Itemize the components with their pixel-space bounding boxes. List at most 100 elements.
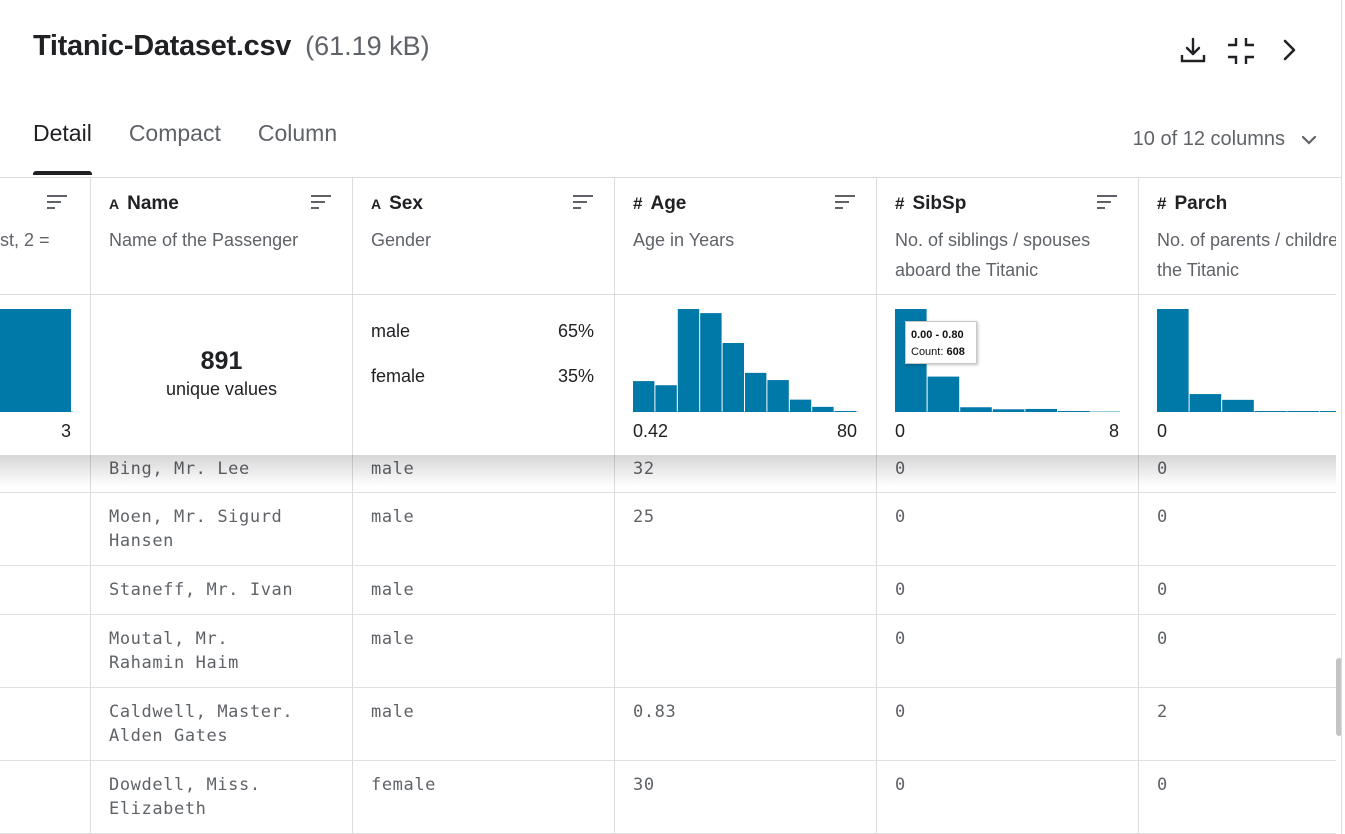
numeric-type-icon: # (895, 194, 905, 213)
table-cell-parch: 0 (1139, 761, 1336, 834)
table-cell (0, 688, 91, 761)
table-cell-sibsp: 0 (877, 566, 1139, 615)
sort-icon[interactable] (310, 194, 332, 210)
histogram-bar[interactable] (927, 376, 960, 412)
file-name: Titanic-Dataset.csv (33, 30, 292, 62)
histogram-bar[interactable] (0, 309, 71, 412)
columns-selector[interactable]: 10 of 12 columns (1133, 128, 1317, 151)
table-cell (0, 455, 91, 493)
histogram-bar[interactable] (677, 309, 700, 412)
histogram-bar[interactable] (834, 410, 856, 412)
histogram-min-label: 0.42 (633, 421, 669, 441)
table-cell-parch: 0 (1139, 615, 1336, 688)
table-cell-parch: 0 (1139, 493, 1336, 566)
sort-icon[interactable] (834, 194, 856, 210)
column-description: Gender (371, 230, 432, 250)
chevron-right-icon[interactable] (1276, 36, 1306, 66)
histogram-bar[interactable] (789, 399, 812, 412)
table-cell-age: 25 (615, 493, 877, 566)
column-title[interactable]: A Sex (371, 193, 423, 215)
histogram-bar[interactable] (960, 407, 992, 412)
histogram-bar[interactable] (1157, 309, 1189, 412)
column-title[interactable]: # Age (633, 193, 686, 215)
histogram-bar[interactable] (1058, 411, 1090, 412)
table-cell-age (615, 615, 877, 688)
tab-column[interactable]: Column (258, 120, 337, 175)
tab-compact[interactable]: Compact (129, 120, 221, 175)
column-description: Name of the Passenger (109, 230, 299, 250)
column-stats: male 65% female 35% (353, 295, 614, 455)
column-stats: 0 (1139, 295, 1336, 455)
numeric-type-icon: # (633, 194, 643, 213)
table-cell-parch: 0 (1139, 566, 1336, 615)
table-cell-age: 32 (615, 455, 877, 493)
table-cell-sex: male (353, 455, 615, 493)
column-header: # SibSp No. of siblings / spouses aboard… (877, 177, 1138, 295)
histogram-bar[interactable] (633, 381, 655, 412)
category-percent: 35% (557, 366, 594, 386)
collapse-icon[interactable] (1226, 36, 1256, 66)
histogram-bar[interactable] (1189, 394, 1222, 412)
histogram-bar[interactable] (655, 385, 677, 412)
histogram-bar[interactable] (1222, 399, 1254, 412)
histogram-bar[interactable] (1025, 408, 1057, 412)
unique-count: 891 (200, 347, 243, 375)
table-cell-sibsp: 0 (877, 761, 1139, 834)
table-cell-name: Staneff, Mr. Ivan (91, 566, 353, 615)
tooltip-count-label: Count: (911, 346, 944, 358)
column-header: A Name Name of the Passenger (91, 177, 352, 295)
column-stats: 0.42 80 (615, 295, 876, 455)
column-description: No. of siblings / spouses aboard the Tit… (895, 230, 1091, 280)
download-icon[interactable] (1178, 36, 1208, 66)
column-header: # Age Age in Years (615, 177, 876, 295)
column-title[interactable]: # Parch (1157, 193, 1227, 215)
histogram-max-label: 80 (836, 421, 857, 441)
table-cell-sibsp: 0 (877, 688, 1139, 761)
column-stats: 891 unique values (91, 295, 352, 455)
table-cell-name: Moen, Mr. Sigurd Hansen (91, 493, 353, 566)
histogram-chart (633, 309, 858, 412)
table-cell-sibsp: 0 (877, 455, 1139, 493)
sort-icon[interactable] (572, 194, 594, 210)
view-tabs: Detail Compact Column (33, 120, 374, 175)
histogram-bar[interactable] (812, 406, 834, 412)
column-title[interactable]: # SibSp (895, 193, 966, 215)
histogram-tooltip: 0.00 - 0.80 Count: 608 (905, 321, 977, 364)
table-cell-name: Caldwell, Master. Alden Gates (91, 688, 353, 761)
table-cell-name: Moutal, Mr. Rahamin Haim (91, 615, 353, 688)
histogram-bar[interactable] (722, 342, 744, 412)
histogram-max-label: 3 (60, 421, 71, 441)
table-cell-name: Bing, Mr. Lee (91, 455, 353, 493)
histogram-bar[interactable] (767, 380, 789, 412)
table-cell-sibsp: 0 (877, 493, 1139, 566)
histogram-bar[interactable] (992, 409, 1025, 412)
table-cell-sex: male (353, 566, 615, 615)
histogram-bar[interactable] (1254, 411, 1287, 412)
file-size: (61.19 kB) (305, 31, 430, 61)
tooltip-range: 0.00 - 0.80 (911, 329, 964, 341)
table-cell-sex: male (353, 615, 615, 688)
string-type-icon: A (371, 196, 382, 212)
column-label: Name (127, 193, 179, 214)
column-label: Parch (1174, 193, 1228, 214)
table-cell (0, 615, 91, 688)
histogram-bar[interactable] (745, 372, 767, 412)
histogram-min-label: 0 (895, 421, 906, 441)
histogram-bar[interactable] (1287, 411, 1319, 412)
vertical-scrollbar[interactable] (1336, 658, 1341, 736)
histogram-bar[interactable] (700, 313, 722, 412)
table-cell-parch: 2 (1139, 688, 1336, 761)
data-table: st, 2 = 3 A Name Name of the Passenger 8… (0, 177, 1336, 834)
column-title[interactable]: A Name (109, 193, 179, 215)
tab-detail[interactable]: Detail (33, 120, 92, 175)
column-stats: 3 (0, 295, 90, 455)
table-cell-sibsp: 0 (877, 615, 1139, 688)
histogram-bar[interactable] (1320, 411, 1336, 412)
sort-icon[interactable] (46, 194, 68, 210)
sort-icon[interactable] (1096, 194, 1118, 210)
file-header: Titanic-Dataset.csv (61.19 kB) (33, 30, 430, 63)
column-description: Age in Years (633, 230, 735, 250)
string-type-icon: A (109, 196, 120, 212)
table-cell-sex: male (353, 493, 615, 566)
category-label: male (371, 321, 411, 341)
